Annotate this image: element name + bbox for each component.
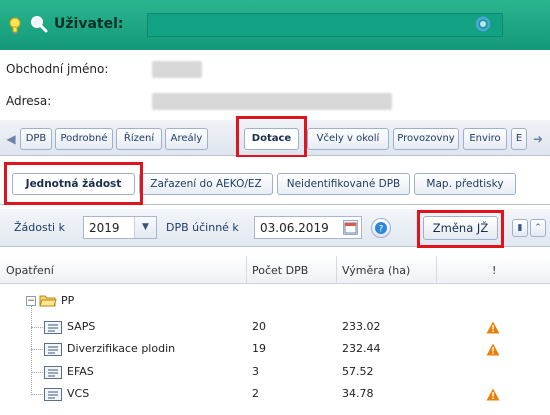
date-value: 03.06.2019 [260, 221, 329, 235]
user-label: Uživatel: [54, 16, 124, 32]
lightbulb-icon [9, 17, 21, 34]
tab-map-predtisky[interactable]: Map. předtisky [414, 173, 516, 195]
business-name-value [152, 61, 202, 78]
tab-provozovny[interactable]: Provozovny [393, 128, 459, 150]
col-header-warning[interactable]: ! [492, 264, 496, 277]
table-row[interactable]: EFAS 3 57.52 [0, 362, 550, 382]
refresh-icon[interactable] [475, 16, 491, 32]
list-item-icon [44, 388, 62, 401]
tab-more[interactable]: E [511, 128, 527, 150]
year-select[interactable]: 2019 ▼ [83, 216, 157, 239]
list-item-icon [44, 321, 62, 334]
tab-podrobne[interactable]: Podrobné [55, 128, 113, 150]
dpb-count: 20 [252, 320, 266, 333]
business-name-row: Obchodní jméno: [0, 56, 550, 83]
scroll-right-icon[interactable]: ➜ [531, 130, 545, 148]
toolbar: Žádosti k 2019 ▼ DPB účinné k 03.06.2019… [0, 209, 550, 247]
sub-tab-bar: Jednotná žádost Zařazení do AEKO/EZ Neid… [0, 157, 550, 205]
year-value: 2019 [89, 221, 120, 235]
address-row: Adresa: [0, 88, 550, 115]
list-item-icon [44, 343, 62, 356]
list-item-icon [44, 366, 62, 379]
tab-dpb[interactable]: DPB [20, 128, 52, 150]
tab-jednotna-zadost[interactable]: Jednotná žádost [12, 173, 135, 195]
tab-rizeni[interactable]: Řízení [116, 128, 162, 150]
col-header-measure[interactable]: Opatření [6, 264, 54, 277]
date-field[interactable]: 03.06.2019 [254, 216, 362, 239]
measure-name: VCS [67, 387, 90, 400]
change-jz-button[interactable]: Změna JŽ [423, 216, 498, 240]
main-tab-bar: ◀ DPB Podrobné Řízení Areály Dotace Včel… [0, 120, 550, 156]
tab-zarazeni-aeko[interactable]: Zařazení do AEKO/EZ [139, 173, 273, 195]
tab-arealy[interactable]: Areály [165, 128, 208, 150]
area-value: 232.44 [342, 342, 381, 355]
grid-body: − PP SAPS 20 233.02 Diverzifikace plodin… [0, 285, 550, 415]
help-icon[interactable]: ? [371, 218, 391, 238]
requests-label: Žádosti k [14, 221, 65, 234]
collapse-toggle-icon[interactable]: − [26, 296, 36, 306]
folder-open-icon [39, 295, 57, 307]
collapse-up-icon[interactable]: ⌃ [530, 219, 546, 237]
col-header-area[interactable]: Výměra (ha) [342, 264, 410, 277]
dpb-count: 2 [252, 387, 259, 400]
dpb-effective-label: DPB účinné k [166, 221, 239, 234]
warning-icon [486, 388, 500, 401]
search-icon[interactable] [30, 15, 48, 33]
user-header-bar: Uživatel: [0, 0, 550, 50]
measure-name: EFAS [67, 365, 94, 378]
tree-group-row[interactable]: − PP [0, 291, 550, 311]
area-value: 57.52 [342, 365, 374, 378]
pin-icon[interactable]: ▮ [512, 219, 528, 237]
scroll-left-icon[interactable]: ◀ [4, 130, 18, 148]
user-value-field [147, 13, 503, 37]
tab-dotace[interactable]: Dotace [244, 128, 299, 150]
warning-icon [486, 321, 500, 334]
address-value [152, 93, 392, 110]
area-value: 233.02 [342, 320, 381, 333]
grid-header: Opatření Počet DPB Výměra (ha) ! [0, 256, 550, 284]
group-label: PP [61, 294, 75, 307]
tab-neidentifikovane-dpb[interactable]: Neidentifikované DPB [277, 173, 410, 195]
table-row[interactable]: VCS 2 34.78 [0, 384, 550, 404]
warning-icon [486, 343, 500, 356]
table-row[interactable]: SAPS 20 233.02 [0, 317, 550, 337]
address-label: Adresa: [6, 94, 52, 108]
tab-vcely-v-okoli[interactable]: Včely v okolí [307, 128, 389, 150]
col-header-count[interactable]: Počet DPB [252, 264, 308, 277]
dpb-count: 3 [252, 365, 259, 378]
business-name-label: Obchodní jméno: [6, 62, 109, 76]
calendar-icon[interactable] [343, 220, 358, 235]
dpb-count: 19 [252, 342, 266, 355]
area-value: 34.78 [342, 387, 374, 400]
measure-name: SAPS [67, 320, 96, 333]
table-row[interactable]: Diverzifikace plodin 19 232.44 [0, 339, 550, 359]
chevron-down-icon[interactable]: ▼ [134, 217, 156, 238]
svg-text:?: ? [379, 225, 384, 235]
measure-name: Diverzifikace plodin [67, 342, 176, 355]
tab-enviro[interactable]: Enviro [463, 128, 507, 150]
